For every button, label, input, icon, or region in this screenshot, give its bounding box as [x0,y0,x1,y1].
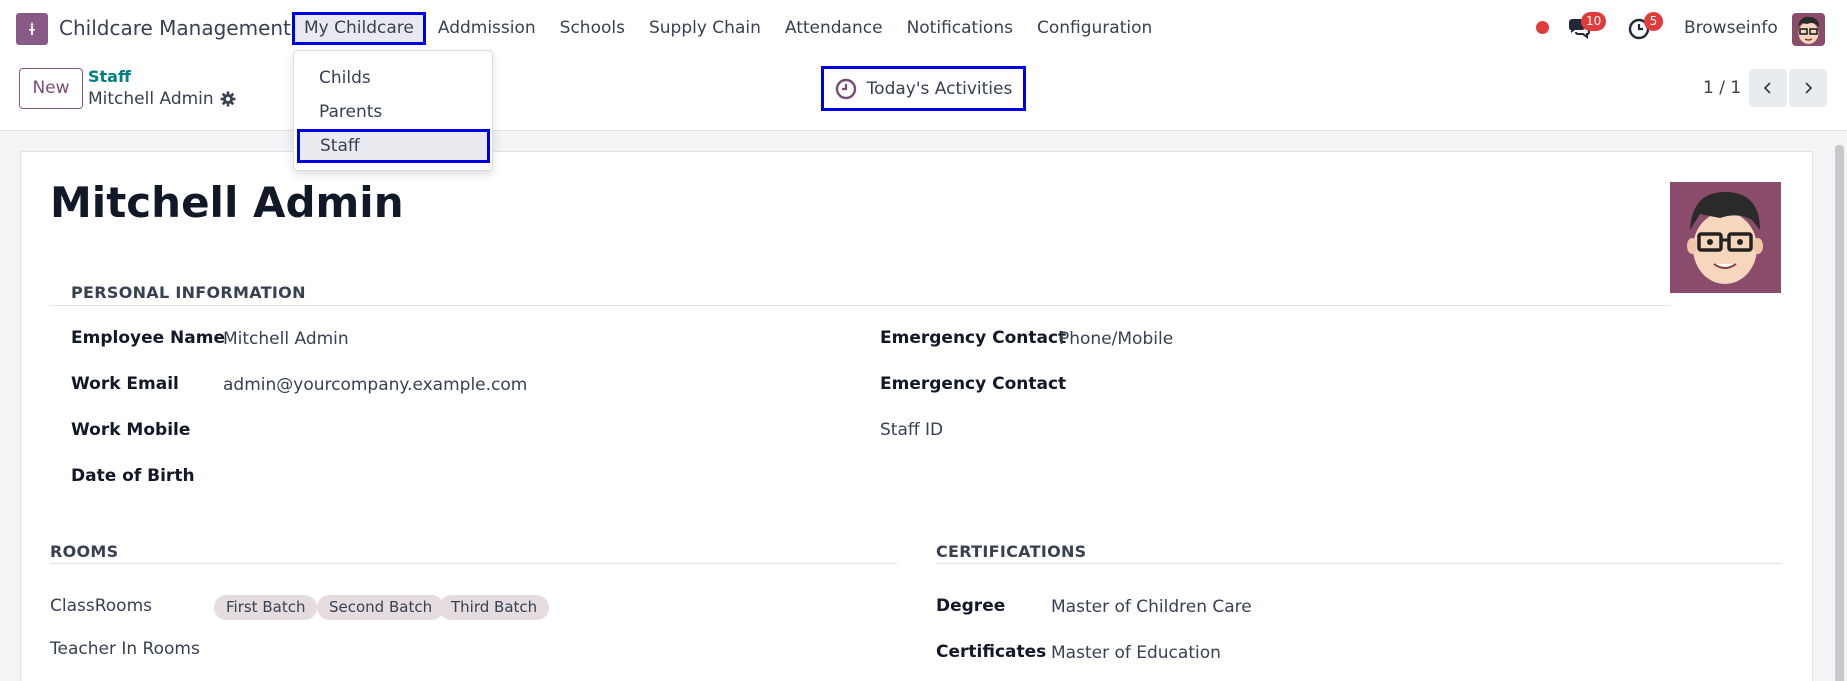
section-divider [50,563,897,564]
work-mobile-label: Work Mobile [71,420,191,440]
emergency-contact-field[interactable]: Phone/Mobile [1059,329,1173,349]
certificates-label: Certificates [936,642,1047,662]
menu-attendance[interactable]: Attendance [773,12,895,45]
certificates-field[interactable]: Master of Education [1051,643,1221,663]
menu-configuration[interactable]: Configuration [1025,12,1164,45]
menu-addmission[interactable]: Addmission [426,12,548,45]
section-rooms: ROOMS [50,542,119,561]
user-avatar[interactable] [1792,13,1825,46]
control-panel: New Staff Mitchell Admin Today's Activit… [0,57,1847,131]
teacher-in-rooms-label: Teacher In Rooms [50,639,200,659]
scrollbar[interactable] [1832,131,1847,681]
emergency-contact-label: Emergency Contact [880,328,1067,348]
company-name[interactable]: Browseinfo [1684,18,1778,38]
main-menu: My Childcare Addmission Schools Supply C… [292,12,1164,45]
status-dot-icon[interactable] [1536,21,1549,34]
classroom-tag[interactable]: First Batch [214,595,318,620]
employee-photo[interactable] [1670,182,1781,293]
emergency-contact-2-label: Emergency Contact [880,374,1067,394]
section-divider [936,563,1781,564]
top-navbar: Childcare Management My Childcare Addmis… [0,0,1847,57]
menu-supply-chain[interactable]: Supply Chain [637,12,773,45]
record-name: Mitchell Admin [88,89,214,109]
new-button[interactable]: New [19,68,83,109]
section-personal-information: PERSONAL INFORMATION [71,283,306,302]
degree-field[interactable]: Master of Children Care [1051,597,1252,617]
pager-next-button[interactable] [1789,69,1827,107]
dropdown-item-childs[interactable]: Childs [294,61,494,95]
staff-id-label: Staff ID [880,420,944,440]
gear-icon[interactable] [220,91,236,107]
menu-schools[interactable]: Schools [548,12,637,45]
app-name[interactable]: Childcare Management [59,16,291,40]
breadcrumb-current: Mitchell Admin [88,89,236,109]
pager-value[interactable]: 1 / 1 [1703,78,1741,98]
employee-name-field[interactable]: Mitchell Admin [223,329,349,349]
todays-activities-button[interactable]: Today's Activities [821,66,1026,111]
classroom-tag[interactable]: Third Batch [439,595,550,620]
work-email-label: Work Email [71,374,179,394]
menu-my-childcare[interactable]: My Childcare [292,12,426,45]
scrollbar-thumb[interactable] [1835,145,1844,681]
chevron-right-icon [1805,82,1813,94]
activities-badge: 5 [1644,12,1663,31]
messages-badge: 10 [1581,12,1607,31]
employee-name-label: Employee Name [71,328,226,348]
clock-icon [835,78,856,99]
activities-label: Today's Activities [866,78,1013,99]
pager-previous-button[interactable] [1749,69,1787,107]
date-of-birth-label: Date of Birth [71,466,195,486]
section-certifications: CERTIFICATIONS [936,542,1087,561]
classrooms-label: ClassRooms [50,596,152,616]
classroom-tag[interactable]: Second Batch [317,595,445,620]
page-title[interactable]: Mitchell Admin [50,178,404,227]
dropdown-item-parents[interactable]: Parents [294,95,494,129]
work-email-field[interactable]: admin@yourcompany.example.com [223,375,527,395]
my-childcare-dropdown: Childs Parents Staff [293,50,493,171]
chevron-left-icon [1763,82,1771,94]
menu-notifications[interactable]: Notifications [895,12,1025,45]
degree-label: Degree [936,596,1006,616]
dropdown-item-staff[interactable]: Staff [297,129,490,163]
section-divider [50,305,1670,306]
app-logo-icon[interactable] [16,13,48,45]
breadcrumb-staff[interactable]: Staff [88,67,131,86]
